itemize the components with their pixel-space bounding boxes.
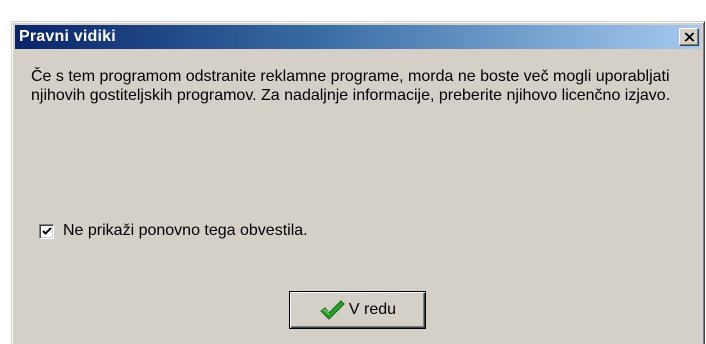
checkmark-icon [42, 226, 52, 235]
ok-button-label: V redu [348, 301, 397, 318]
close-button[interactable] [679, 28, 699, 46]
notice-message: Če s tem programom odstranite reklamne p… [31, 68, 671, 104]
dont-show-again-row: Ne prikaži ponovno tega obvestila. [39, 221, 308, 241]
close-icon [684, 32, 695, 42]
dont-show-again-checkbox[interactable] [39, 223, 54, 239]
dialog-title: Pravni vidiki [19, 28, 116, 45]
legal-notice-dialog: Pravni vidiki Če s tem programom odstran… [11, 21, 705, 344]
title-bar: Pravni vidiki [15, 25, 701, 49]
ok-button[interactable]: V redu [289, 291, 426, 329]
dont-show-again-label[interactable]: Ne prikaži ponovno tega obvestila. [63, 222, 308, 240]
green-checkmark-icon [320, 300, 345, 320]
